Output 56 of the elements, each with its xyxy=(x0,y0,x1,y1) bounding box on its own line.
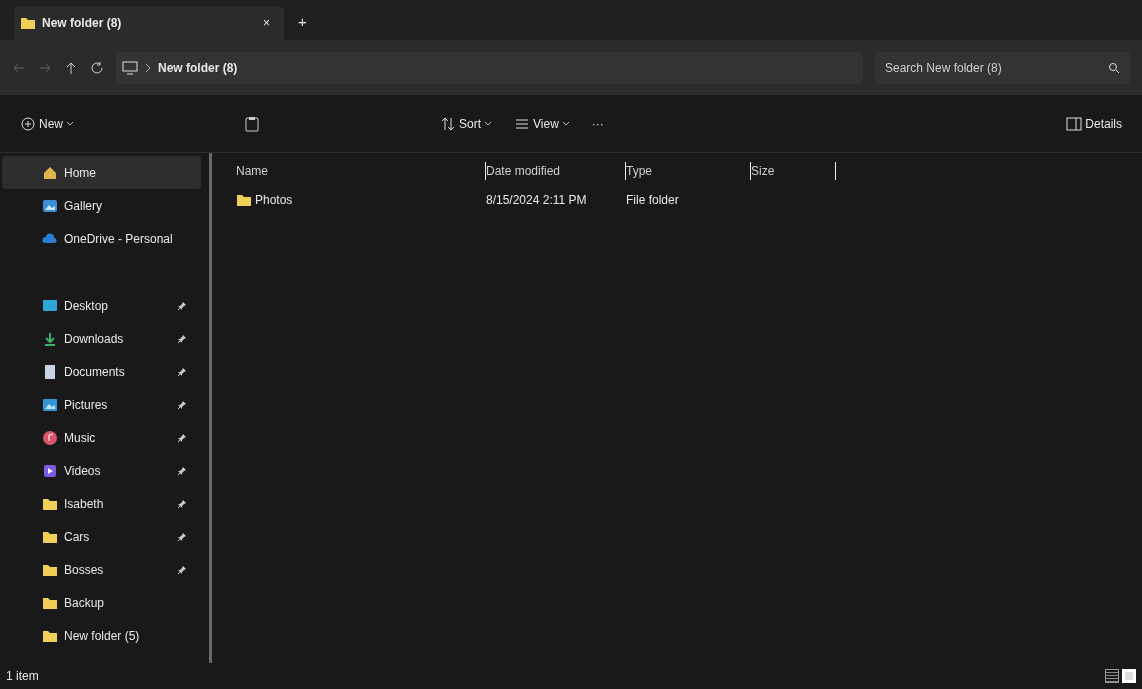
search-field[interactable]: Search New folder (8) xyxy=(875,51,1130,84)
search-icon xyxy=(1108,61,1120,74)
sidebar-item[interactable]: Backup xyxy=(2,586,201,619)
sidebar-item[interactable]: Downloads xyxy=(2,322,201,355)
sidebar-item[interactable]: Home xyxy=(2,156,201,189)
video-icon xyxy=(42,462,58,479)
details-pane-button[interactable]: Details xyxy=(1058,110,1130,137)
sidebar-item[interactable]: Isabeth xyxy=(2,487,201,520)
sidebar-item[interactable]: Cars xyxy=(2,520,201,553)
caret-icon xyxy=(561,120,570,127)
music-icon xyxy=(42,429,58,446)
column-header[interactable]: Date modified xyxy=(486,162,626,180)
document-icon xyxy=(42,363,58,380)
sidebar-item[interactable]: New folder (5) xyxy=(2,619,201,652)
side-panel-icon xyxy=(1066,116,1083,131)
caret-icon xyxy=(484,120,493,127)
home-icon xyxy=(42,164,58,181)
date-modified: 8/15/2024 2:11 PM xyxy=(486,193,587,207)
column-header[interactable]: Size xyxy=(751,162,836,180)
item-count: 1 item xyxy=(6,668,40,685)
close-tab-button[interactable]: × xyxy=(255,10,278,36)
plus-circle-icon xyxy=(20,115,36,132)
up-arrow-icon[interactable] xyxy=(64,60,78,75)
image-icon xyxy=(42,197,58,214)
details-view-button[interactable] xyxy=(1105,669,1119,683)
tab-title[interactable]: New folder (8) xyxy=(42,14,249,32)
sidebar-item[interactable]: OneDrive - Personal xyxy=(2,222,201,255)
new-tab-button[interactable]: + xyxy=(290,6,315,37)
folder-icon xyxy=(20,15,36,31)
monitor-icon[interactable] xyxy=(122,60,138,75)
sidebar-item[interactable]: Documents xyxy=(2,355,201,388)
toolbar-button[interactable]: New xyxy=(12,110,82,137)
tiles-view-button[interactable] xyxy=(1122,669,1136,683)
file-name[interactable]: Photos xyxy=(255,191,293,209)
toolbar-button[interactable]: View xyxy=(506,110,578,137)
breadcrumb-folder[interactable]: New folder (8) xyxy=(158,58,238,77)
sidebar-item[interactable]: Gallery xyxy=(2,189,201,222)
sidebar-item[interactable]: Videos xyxy=(2,454,201,487)
download-icon xyxy=(42,330,58,347)
caret-icon xyxy=(66,120,74,127)
folder-icon xyxy=(236,192,252,208)
sort-arrows-icon xyxy=(440,115,456,132)
refresh-icon[interactable] xyxy=(90,60,104,75)
sidebar-item[interactable]: Bosses xyxy=(2,553,201,586)
paste-icon[interactable] xyxy=(244,115,260,132)
column-header[interactable]: Name xyxy=(224,162,486,180)
toolbar-button[interactable]: Sort xyxy=(432,110,501,137)
sidebar-item[interactable]: Music xyxy=(2,421,201,454)
more-options-button[interactable]: ··· xyxy=(583,110,612,137)
picture-icon xyxy=(42,396,58,413)
sidebar-item[interactable]: Pictures xyxy=(2,388,201,421)
column-header[interactable]: Type xyxy=(626,162,751,180)
desktop-icon xyxy=(42,297,58,314)
sidebar-item[interactable]: Desktop xyxy=(2,289,201,322)
chevron-icon xyxy=(144,62,152,73)
file-type: File folder xyxy=(626,193,679,207)
